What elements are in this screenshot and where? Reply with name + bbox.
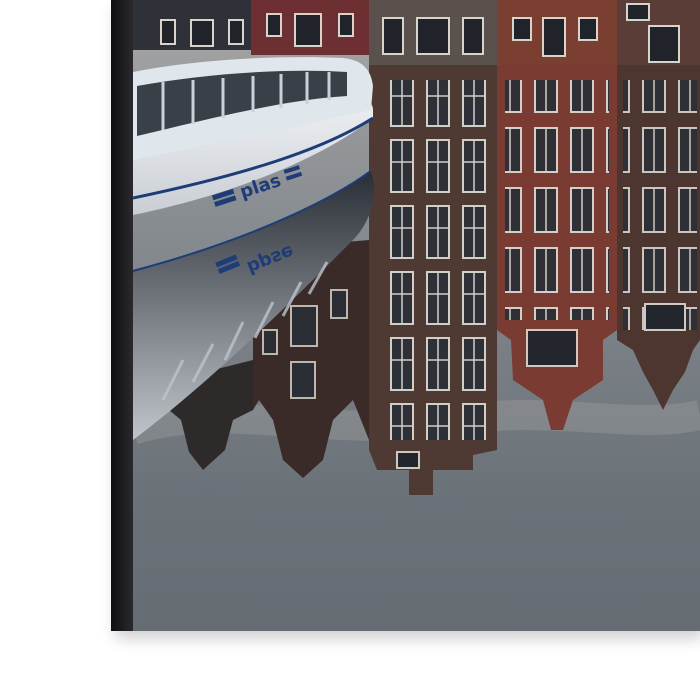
canvas-side-edge bbox=[111, 0, 133, 631]
canal-reflection-photo: plas bpse bbox=[133, 0, 700, 631]
canvas-frame: plas bpse bbox=[111, 0, 700, 631]
